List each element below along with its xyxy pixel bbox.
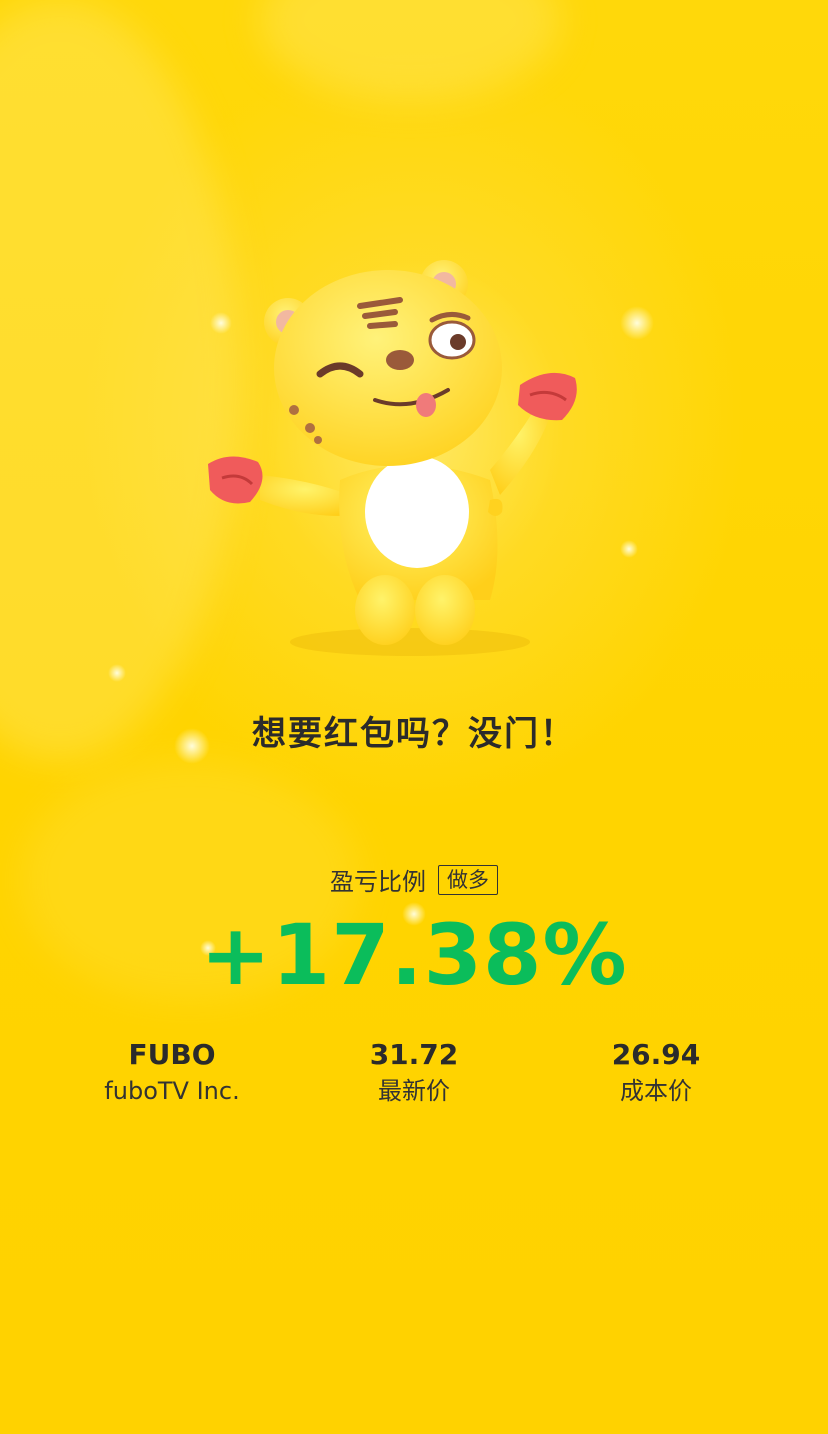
sparkle-icon — [620, 540, 638, 558]
profit-ratio-row: 盈亏比例 做多 — [0, 862, 828, 897]
stock-stats: FUBO fuboTV Inc. 31.72 最新价 26.94 成本价 — [52, 1036, 776, 1108]
profit-ratio-label: 盈亏比例 — [330, 868, 426, 896]
cost-price-stat: 26.94 成本价 — [536, 1036, 776, 1108]
share-card: 想要红包吗？没门！ 盈亏比例 做多 +17.38% FUBO fuboTV In… — [0, 0, 828, 1434]
latest-price-stat: 31.72 最新价 — [294, 1036, 534, 1108]
profit-ratio-value: +17.38% — [200, 906, 628, 1004]
stock-symbol-stat: FUBO fuboTV Inc. — [52, 1036, 292, 1108]
stock-name: fuboTV Inc. — [104, 1077, 240, 1105]
sparkle-icon — [620, 306, 654, 340]
cost-price-label: 成本价 — [620, 1077, 692, 1105]
position-type-badge: 做多 — [438, 864, 498, 895]
background-swirl — [260, 0, 560, 100]
tiger-mascot-icon — [208, 260, 577, 656]
cost-price-value: 26.94 — [611, 1038, 701, 1071]
stock-symbol: FUBO — [128, 1038, 216, 1071]
latest-price-label: 最新价 — [378, 1077, 450, 1105]
headline: 想要红包吗？没门！ — [252, 714, 576, 754]
sparkle-icon — [108, 664, 126, 682]
latest-price-value: 31.72 — [369, 1038, 459, 1071]
